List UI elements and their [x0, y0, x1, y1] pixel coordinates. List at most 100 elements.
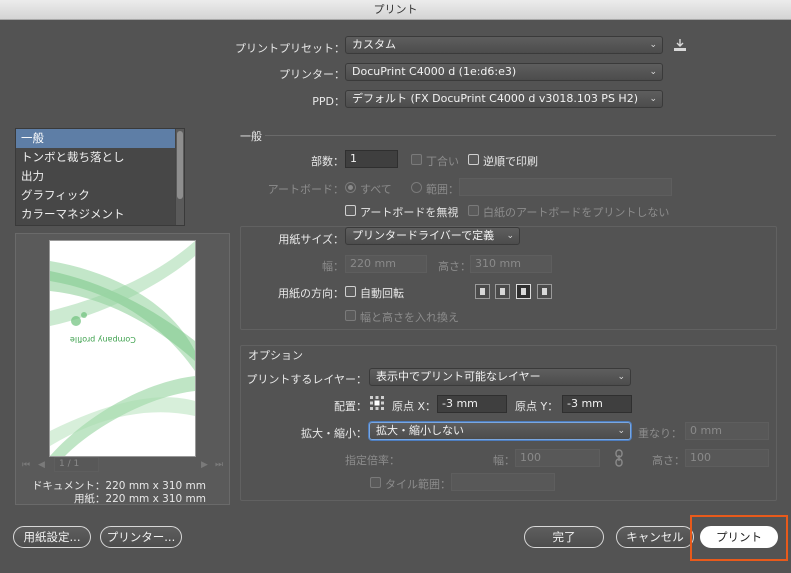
chevron-down-icon: ⌄ — [506, 231, 514, 241]
sidebar-item-output[interactable]: 出力 — [16, 167, 184, 186]
preview-artwork — [50, 241, 195, 456]
artboard-range-input[interactable] — [459, 178, 672, 196]
preview-page[interactable]: Company profile — [50, 241, 195, 456]
window-title: プリント — [373, 3, 418, 16]
reverse-order-checkbox[interactable] — [468, 154, 479, 165]
preset-label: プリントプリセット： — [235, 42, 345, 55]
overlap-input[interactable]: 0 mm — [685, 422, 769, 440]
scale-value: 拡大・縮小しない — [376, 424, 464, 437]
ignore-artboards-label: アートボードを無視 — [360, 206, 459, 219]
artboard-range-radio[interactable] — [411, 182, 422, 193]
chevron-down-icon: ⌄ — [649, 94, 657, 104]
save-preset-icon[interactable] — [673, 38, 687, 52]
layers-dropdown[interactable]: 表示中でプリント可能なレイヤー ⌄ — [369, 368, 631, 386]
chevron-down-icon: ⌄ — [649, 67, 657, 77]
sidebar-item-graphics[interactable]: グラフィック — [16, 186, 184, 205]
chevron-down-icon: ⌄ — [649, 40, 657, 50]
origin-x-label: 原点 X： — [392, 400, 437, 413]
preview-page-text: Company profile — [70, 335, 136, 344]
tile-range-input[interactable] — [451, 473, 555, 491]
copies-input[interactable]: 1 — [345, 150, 398, 168]
first-page-icon[interactable]: ⏮ — [22, 460, 30, 470]
landscape-icon[interactable] — [495, 284, 510, 299]
window-title-bar: プリント — [0, 0, 791, 20]
paper-size-value: プリンタードライバーで定義 — [352, 229, 495, 242]
paper-height-label: 高さ： — [438, 260, 471, 273]
artboard-range-label: 範囲： — [426, 183, 459, 196]
cancel-button[interactable]: キャンセル — [616, 526, 694, 548]
landscape-flipped-icon[interactable] — [537, 284, 552, 299]
ppd-label: PPD： — [312, 95, 345, 108]
copies-label: 部数： — [311, 155, 344, 168]
auto-rotate-checkbox[interactable] — [345, 286, 356, 297]
portrait-flipped-icon[interactable] — [516, 284, 531, 299]
collate-checkbox[interactable] — [411, 154, 422, 165]
link-icon[interactable] — [612, 448, 626, 468]
printer-label: プリンター： — [279, 68, 345, 81]
layers-label: プリントするレイヤー： — [246, 373, 367, 386]
tile-range-label: タイル範囲： — [385, 478, 451, 491]
portrait-icon[interactable] — [475, 284, 490, 299]
placement-label: 配置： — [334, 400, 367, 413]
chevron-down-icon: ⌄ — [617, 372, 625, 382]
general-section-title: 一般 — [240, 130, 262, 143]
placement-grid-icon[interactable] — [369, 395, 385, 411]
options-section-title: オプション — [248, 349, 303, 362]
orientation-label: 用紙の方向： — [278, 287, 344, 300]
ignore-artboards-checkbox[interactable] — [345, 205, 356, 216]
next-page-icon[interactable]: ▶ — [201, 460, 208, 470]
scale-width-label: 幅： — [493, 454, 515, 467]
swap-wh-checkbox[interactable] — [345, 310, 356, 321]
print-button-highlight — [690, 515, 788, 561]
overlap-label: 重なり： — [638, 427, 682, 440]
list-scrollbar[interactable] — [175, 129, 184, 225]
preset-dropdown[interactable]: カスタム ⌄ — [345, 36, 663, 54]
scale-width-input[interactable]: 100 — [515, 449, 600, 467]
page-nav-field[interactable]: 1 / 1 — [54, 457, 99, 472]
auto-rotate-label: 自動回転 — [360, 287, 404, 300]
last-page-icon[interactable]: ⏭ — [215, 460, 223, 470]
printer-value: DocuPrint C4000 d (1e:d6:e3) — [352, 65, 517, 78]
layers-value: 表示中でプリント可能なレイヤー — [376, 370, 541, 383]
section-divider — [265, 135, 776, 136]
page-setup-button[interactable]: 用紙設定... — [13, 526, 91, 548]
print-preview: Company profile ⏮ ◀ 1 / 1 ▶ ⏭ ドキュメント：220… — [15, 233, 230, 505]
paper-width-label: 幅： — [322, 260, 344, 273]
artboard-label: アートボード： — [267, 183, 344, 196]
ppd-dropdown[interactable]: デフォルト (FX DocuPrint C4000 d v3018.103 PS… — [345, 90, 663, 108]
scale-height-input[interactable]: 100 — [685, 449, 769, 467]
origin-y-label: 原点 Y： — [515, 400, 559, 413]
prev-page-icon[interactable]: ◀ — [38, 460, 45, 470]
artboard-all-radio[interactable] — [345, 182, 356, 193]
artboard-all-label: すべて — [360, 183, 392, 196]
collate-label: 丁合い — [426, 155, 459, 168]
paper-width-input[interactable]: 220 mm — [345, 255, 427, 273]
scale-height-label: 高さ： — [652, 454, 685, 467]
printer-button[interactable]: プリンター... — [100, 526, 182, 548]
printer-dropdown[interactable]: DocuPrint C4000 d (1e:d6:e3) ⌄ — [345, 63, 663, 81]
origin-y-input[interactable]: -3 mm — [562, 395, 632, 413]
sidebar-item-color-management[interactable]: カラーマネジメント — [16, 205, 184, 224]
swap-wh-label: 幅と高さを入れ換え — [360, 311, 459, 324]
preset-value: カスタム — [352, 38, 396, 51]
scrollbar-thumb[interactable] — [177, 131, 183, 199]
custom-scale-label: 指定倍率： — [345, 454, 400, 467]
origin-x-input[interactable]: -3 mm — [437, 395, 507, 413]
sidebar-item-general[interactable]: 一般 — [16, 129, 184, 148]
done-button[interactable]: 完了 — [524, 526, 604, 548]
skip-blank-checkbox[interactable] — [468, 205, 479, 216]
scale-label: 拡大・縮小： — [301, 427, 367, 440]
category-list[interactable]: 一般 トンボと裁ち落とし 出力 グラフィック カラーマネジメント 詳細 — [15, 128, 185, 226]
sidebar-item-advanced[interactable]: 詳細 — [16, 224, 184, 225]
ppd-value: デフォルト (FX DocuPrint C4000 d v3018.103 PS… — [352, 92, 638, 105]
paper-size-dropdown[interactable]: プリンタードライバーで定義 ⌄ — [345, 227, 520, 245]
chevron-down-icon: ⌄ — [617, 426, 625, 436]
paper-size: 用紙：220 mm x 310 mm — [73, 493, 206, 505]
skip-blank-label: 白紙のアートボードをプリントしない — [483, 206, 670, 219]
paper-height-input[interactable]: 310 mm — [470, 255, 552, 273]
paper-size-label: 用紙サイズ： — [278, 233, 344, 246]
scale-dropdown[interactable]: 拡大・縮小しない ⌄ — [369, 422, 631, 440]
sidebar-item-marks-bleed[interactable]: トンボと裁ち落とし — [16, 148, 184, 167]
reverse-order-label: 逆順で印刷 — [483, 155, 538, 168]
tile-range-checkbox[interactable] — [370, 477, 381, 488]
